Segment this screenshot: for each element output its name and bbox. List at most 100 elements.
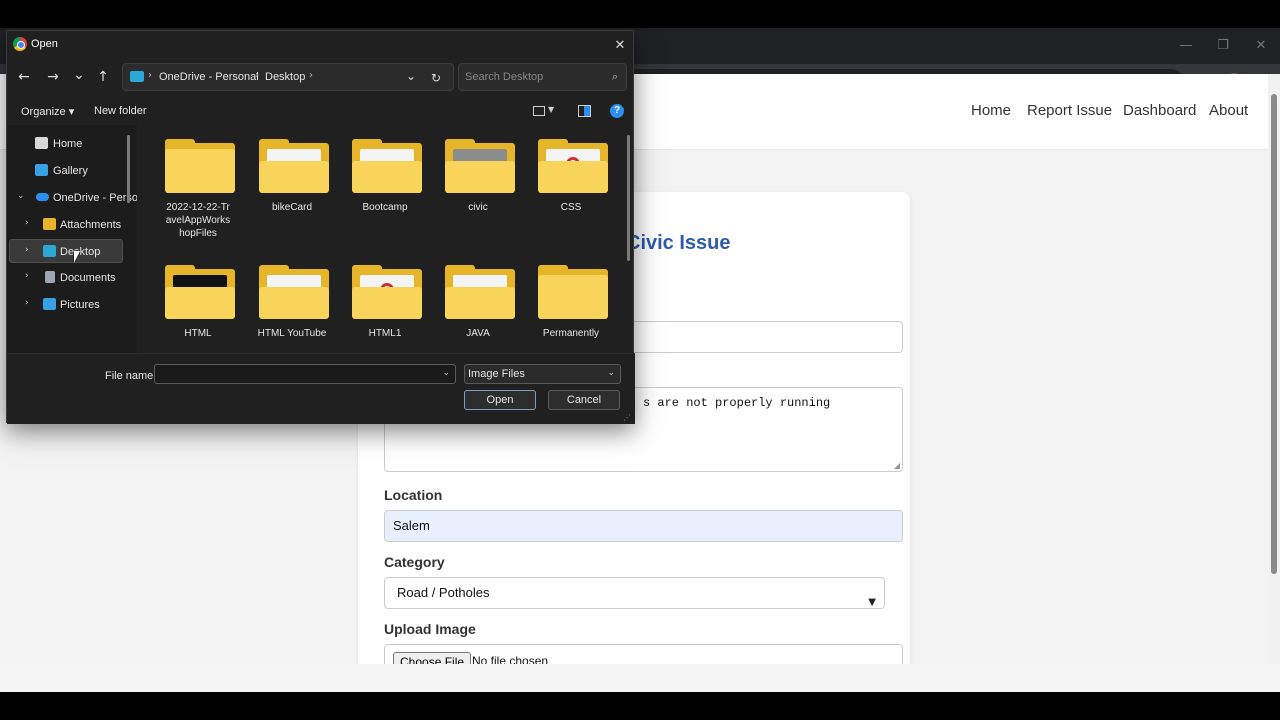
chevron-right-icon[interactable]: › [25, 298, 29, 308]
breadcrumb-onedrive[interactable]: OneDrive - Personal [159, 71, 259, 83]
pictures-icon [43, 298, 56, 310]
nav-pane-attachments[interactable]: › Attachments [9, 213, 123, 237]
file-name-label: File name: [105, 370, 157, 382]
preview-pane-icon[interactable] [578, 103, 596, 121]
address-dropdown-icon[interactable]: ⌄ [401, 66, 421, 86]
chevron-down-icon: ⌄ [607, 368, 615, 378]
file-name-input[interactable]: ⌄ [154, 364, 456, 384]
folder-icon [259, 139, 329, 193]
recent-locations-icon[interactable]: ⌄ [68, 64, 90, 86]
up-arrow-icon[interactable]: ↑ [92, 66, 114, 88]
breadcrumb-chevron-icon: › [148, 70, 152, 81]
chevron-right-icon[interactable]: › [25, 245, 29, 255]
chevron-right-icon[interactable]: › [25, 271, 29, 281]
restore-icon[interactable]: ❐ [1213, 36, 1233, 56]
open-button[interactable]: Open [464, 390, 536, 410]
nav-report-issue-link[interactable]: Report Issue [1027, 102, 1112, 119]
resize-grip-icon[interactable]: ⋰ [623, 413, 633, 423]
chevron-down-icon[interactable]: ⌄ [17, 191, 25, 201]
nav-pane-gallery-label: Gallery [53, 165, 88, 177]
file-input[interactable]: Choose File No file chosen [384, 644, 903, 664]
folder-icon [538, 139, 608, 193]
file-grid-scrollbar[interactable] [627, 135, 630, 261]
folder-item[interactable]: bikeCard [251, 125, 333, 245]
nav-pane-onedrive[interactable]: ⌄ OneDrive - Perso [9, 186, 137, 210]
nav-pane-documents[interactable]: › Documents [9, 266, 123, 290]
page-scrollbar[interactable] [1268, 74, 1280, 664]
close-window-icon[interactable]: ✕ [1251, 36, 1271, 56]
category-select[interactable]: Road / Potholes ▼ [384, 577, 885, 609]
folder-item[interactable]: civic [437, 125, 519, 245]
cancel-button[interactable]: Cancel [548, 390, 620, 410]
folder-label: CSS [560, 202, 582, 213]
dialog-titlebar[interactable]: Open ✕ [7, 31, 635, 61]
nav-pane-home-label: Home [53, 138, 83, 150]
chevron-down-icon[interactable]: ⌄ [442, 368, 450, 378]
location-input[interactable]: Salem [384, 510, 903, 542]
folder-icon [352, 139, 422, 193]
folder-label: HTML1 [368, 328, 402, 339]
resize-handle-icon[interactable]: ◢ [894, 461, 900, 470]
view-options-icon[interactable]: ▼ [533, 103, 554, 121]
nav-dashboard-link[interactable]: Dashboard [1123, 102, 1196, 119]
folder-label: Permanently [542, 328, 600, 339]
nav-pane-desktop[interactable]: › Desktop [9, 239, 123, 263]
search-placeholder: Search Desktop [465, 71, 544, 83]
nav-pane-scrollbar[interactable] [127, 135, 130, 203]
search-icon: ⌕ [611, 70, 618, 83]
folder-item[interactable]: HTML1 [344, 251, 426, 353]
folder-item[interactable]: Permanently [530, 251, 612, 353]
bottom-strip [0, 692, 1280, 720]
nav-pane-pictures-label: Pictures [60, 299, 100, 311]
folder-item[interactable]: HTML [157, 251, 239, 353]
folder-label: bikeCard [271, 202, 313, 213]
folder-icon [352, 265, 422, 319]
help-icon[interactable]: ? [610, 104, 624, 118]
open-file-dialog: Open ✕ ← → ⌄ ↑ › OneDrive - Personal › D… [6, 30, 635, 424]
refresh-icon[interactable]: ↻ [426, 68, 446, 88]
breadcrumb-chevron-icon: › [309, 70, 313, 81]
file-grid: 2022-12-22-Tr avelAppWorks hopFiles bikeCa… [139, 125, 627, 353]
choose-file-button[interactable]: Choose File [393, 652, 472, 664]
dialog-title: Open [31, 38, 58, 50]
organize-menu-button[interactable]: Organize ▾ [21, 105, 74, 118]
forward-arrow-icon[interactable]: → [42, 66, 64, 88]
folder-item[interactable]: CSS [530, 125, 612, 245]
chevron-down-icon: ▼ [868, 597, 876, 608]
dialog-footer: File name: ⌄ Image Files ⌄ Open Cancel [7, 353, 635, 424]
folder-item[interactable]: JAVA [437, 251, 519, 353]
description-text: s are not properly running [643, 396, 831, 410]
nav-pane-gallery[interactable]: Gallery [9, 159, 123, 183]
mouse-cursor-icon [74, 251, 80, 263]
new-folder-button[interactable]: New folder [94, 105, 147, 117]
nav-home-link[interactable]: Home [971, 102, 1011, 119]
nav-about-link[interactable]: About [1209, 102, 1248, 119]
dialog-close-icon[interactable]: ✕ [609, 35, 631, 57]
cloud-icon [36, 193, 49, 201]
folder-label: HTML [184, 328, 212, 339]
chrome-icon [13, 37, 27, 51]
page-scrollbar-thumb[interactable] [1271, 94, 1277, 574]
search-desktop-input[interactable]: Search Desktop ⌕ [458, 63, 627, 91]
dialog-address-bar[interactable]: › OneDrive - Personal › Desktop › ⌄ ↻ [122, 63, 454, 91]
folder-item[interactable]: Bootcamp [344, 125, 426, 245]
location-label: Location [384, 487, 443, 503]
screen: — ❐ ✕ ☆ ⚡ R ⋮ Home Report Issue Dashboar… [0, 0, 1280, 720]
file-type-select[interactable]: Image Files ⌄ [464, 364, 621, 384]
folder-label: civic [468, 202, 488, 213]
nav-pane-pictures[interactable]: › Pictures [9, 293, 123, 317]
back-arrow-icon[interactable]: ← [13, 66, 35, 88]
breadcrumb-desktop[interactable]: Desktop [265, 71, 305, 83]
breadcrumb-chevron-icon: › [255, 70, 259, 81]
chevron-right-icon[interactable]: › [25, 218, 29, 228]
gallery-icon [35, 164, 48, 176]
folder-icon [445, 139, 515, 193]
folder-item[interactable]: 2022-12-22-Tr avelAppWorks hopFiles [157, 125, 239, 245]
no-file-text: No file chosen [472, 654, 549, 664]
documents-icon [45, 271, 55, 283]
folder-item[interactable]: HTML YouTube [251, 251, 333, 353]
file-type-value: Image Files [468, 368, 525, 380]
minimize-icon[interactable]: — [1176, 36, 1196, 56]
folder-icon [165, 139, 235, 193]
nav-pane-home[interactable]: Home [9, 132, 123, 156]
